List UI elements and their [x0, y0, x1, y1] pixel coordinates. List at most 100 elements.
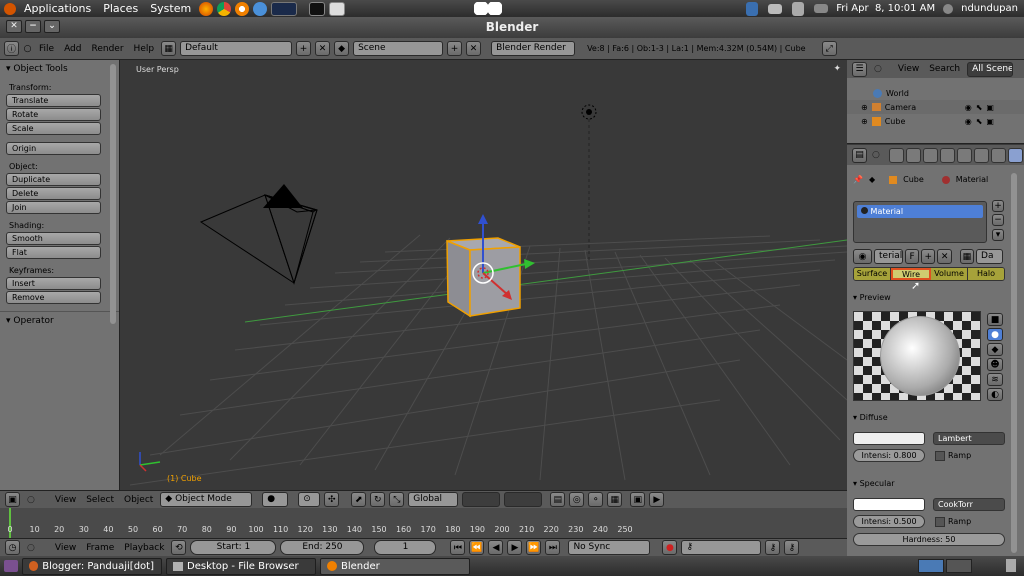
frame-menu[interactable]: Frame: [83, 543, 117, 553]
layer-buttons-2[interactable]: [504, 492, 543, 507]
help-menu[interactable]: Help: [131, 44, 158, 54]
sync-mode-select[interactable]: No Sync: [568, 540, 651, 555]
tab-surface[interactable]: Surface: [854, 268, 891, 280]
properties-collapse-icon[interactable]: ○: [869, 150, 883, 160]
object-menu[interactable]: Object: [121, 495, 156, 505]
outliner[interactable]: World ⊕ Camera ◉ ⬉ ▣ ⊕ Cube ◉ ⬉ ▣: [847, 78, 1024, 144]
specular-ramp-checkbox[interactable]: [935, 517, 945, 527]
smooth-button[interactable]: Smooth: [6, 232, 101, 245]
material-slot-scrollbar[interactable]: [1011, 173, 1017, 553]
world-tab-icon[interactable]: [922, 147, 938, 163]
insert-keyframe-icon[interactable]: ⚷: [765, 540, 781, 555]
insert-keyframe-button[interactable]: Insert: [6, 277, 101, 290]
outliner-view-menu[interactable]: View: [895, 64, 922, 74]
screenshot-icon[interactable]: [329, 1, 346, 16]
expand-icon[interactable]: ⊕: [861, 117, 868, 126]
select-menu[interactable]: Select: [83, 495, 117, 505]
render-engine-select[interactable]: Blender Render: [491, 41, 576, 56]
screen-layout-icon[interactable]: ▦: [161, 41, 177, 56]
collapse-icon[interactable]: ○: [24, 495, 38, 505]
preview-sky-icon[interactable]: ◐: [987, 388, 1003, 401]
preview-monkey-icon[interactable]: ☻: [987, 358, 1003, 371]
help-icon[interactable]: [253, 1, 268, 16]
flat-button[interactable]: Flat: [6, 246, 101, 259]
scale-button[interactable]: Scale: [6, 122, 101, 135]
rotate-button[interactable]: Rotate: [6, 108, 101, 121]
visibility-eye-icon[interactable]: ◉: [965, 117, 972, 126]
preview-sphere-icon[interactable]: ●: [987, 328, 1003, 341]
preview-hair-icon[interactable]: ≋: [987, 373, 1003, 386]
material-node-icon[interactable]: ▦: [959, 249, 975, 264]
timeline-view-menu[interactable]: View: [52, 543, 79, 553]
clock[interactable]: Fri Apr 8, 10:01 AM: [836, 3, 935, 14]
add-scene-button[interactable]: +: [447, 41, 463, 56]
tab-volume[interactable]: Volume: [931, 268, 968, 280]
material-tab-icon[interactable]: [1007, 147, 1023, 163]
task-blogger[interactable]: Blogger: Panduaji[dot]...: [22, 557, 162, 575]
render-menu[interactable]: Render: [89, 44, 127, 54]
preview-range-icon[interactable]: ⟲: [171, 540, 187, 555]
start-frame-field[interactable]: Start: 1: [190, 540, 277, 555]
material-name-field[interactable]: terial: [874, 249, 903, 264]
playback-menu[interactable]: Playback: [121, 543, 167, 553]
manipulator-toggle-icon[interactable]: ✣: [324, 492, 340, 507]
material-slot-list[interactable]: Material: [853, 201, 987, 243]
view-menu[interactable]: View: [52, 495, 79, 505]
workspace-switcher-2[interactable]: [946, 559, 972, 573]
scale-manipulator-icon[interactable]: ⤡: [389, 492, 405, 507]
preview-panel-title[interactable]: ▾ Preview: [853, 293, 891, 302]
snap-element-icon[interactable]: ▦: [607, 492, 623, 507]
select-arrow-icon[interactable]: ⬉: [976, 117, 983, 126]
constraints-tab-icon[interactable]: [956, 147, 972, 163]
remove-keyframe-button[interactable]: Remove: [6, 291, 101, 304]
outliner-item-camera[interactable]: ⊕ Camera ◉ ⬉ ▣: [847, 100, 1024, 114]
workspace-switcher[interactable]: [918, 559, 944, 573]
browse-material-icon[interactable]: ◉: [853, 249, 872, 264]
outliner-search-menu[interactable]: Search: [926, 64, 963, 74]
remove-material-slot-button[interactable]: −: [992, 214, 1004, 226]
jump-start-icon[interactable]: ⏮: [450, 540, 466, 555]
next-keyframe-icon[interactable]: ⏩: [526, 540, 542, 555]
editor-type-info-icon[interactable]: ⓘ: [4, 41, 19, 56]
timeline-collapse-icon[interactable]: ○: [24, 543, 38, 553]
editor-type-timeline-icon[interactable]: ◷: [5, 540, 20, 555]
fake-user-button[interactable]: F: [904, 249, 920, 264]
editor-type-properties-icon[interactable]: ▤: [852, 147, 867, 163]
scene-icon[interactable]: ◆: [334, 41, 350, 56]
lamp-object[interactable]: [581, 104, 597, 260]
viewport-scene[interactable]: [120, 60, 847, 490]
timeline[interactable]: 0 10 20 30 40 50 60 70 80 90 100 110 120 130 140 150 160…: [0, 508, 847, 538]
snap-toggle-icon[interactable]: ⚬: [588, 492, 604, 507]
unlink-material-button[interactable]: ✕: [937, 249, 952, 264]
pin-icon[interactable]: 📌: [853, 175, 863, 184]
expand-icon[interactable]: ⊕: [861, 103, 868, 112]
add-screen-button[interactable]: +: [296, 41, 312, 56]
preview-cube-icon[interactable]: ◆: [987, 343, 1003, 356]
diffuse-ramp-checkbox[interactable]: [935, 451, 945, 461]
show-desktop-icon[interactable]: [4, 560, 18, 572]
outliner-item-cube[interactable]: ⊕ Cube ◉ ⬉ ▣: [847, 114, 1024, 128]
visibility-eye-icon[interactable]: ◉: [965, 103, 972, 112]
proportional-edit-icon[interactable]: ◎: [569, 492, 585, 507]
volume-icon[interactable]: [792, 1, 805, 16]
ubuntu-logo-icon[interactable]: [4, 2, 16, 15]
object-tab-icon[interactable]: [939, 147, 955, 163]
keying-set-field[interactable]: ⚷: [681, 540, 762, 555]
render-camera-icon[interactable]: ▣: [986, 103, 994, 112]
render-opengl-icon[interactable]: ▣: [630, 492, 646, 507]
applications-menu[interactable]: Applications: [18, 2, 97, 15]
new-material-button[interactable]: +: [921, 249, 936, 264]
data-tab-icon[interactable]: [990, 147, 1006, 163]
specular-color-swatch[interactable]: [853, 498, 925, 511]
render-camera-icon[interactable]: ▣: [986, 117, 994, 126]
delete-button[interactable]: Delete: [6, 187, 101, 200]
play-icon[interactable]: ▶: [507, 540, 523, 555]
layer-buttons-1[interactable]: [462, 492, 501, 507]
delete-scene-button[interactable]: ✕: [466, 41, 482, 56]
delete-screen-button[interactable]: ✕: [315, 41, 331, 56]
task-file-browser[interactable]: Desktop - File Browser: [166, 557, 316, 575]
file-menu[interactable]: File: [36, 44, 57, 54]
mode-select[interactable]: ◆ Object Mode: [160, 492, 253, 507]
user-name[interactable]: ndundupan: [961, 3, 1018, 14]
editor-type-outliner-icon[interactable]: ☰: [852, 61, 867, 77]
